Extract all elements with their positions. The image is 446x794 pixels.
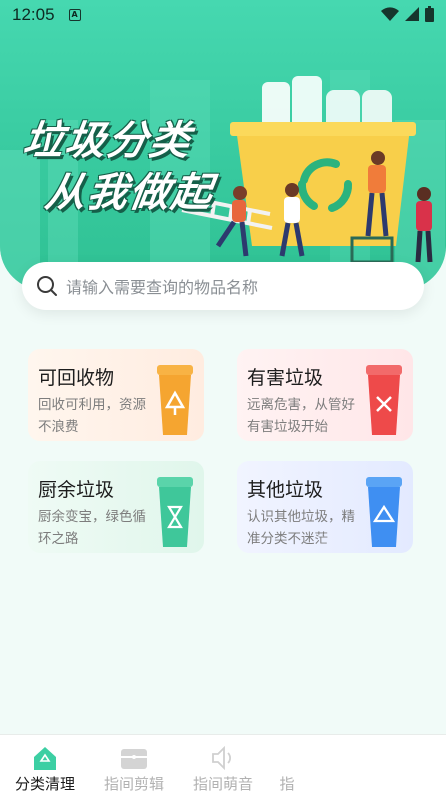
category-card-kitchen[interactable]: 厨余垃圾 厨余变宝，绿色循环之路: [28, 461, 204, 553]
category-desc: 远离危害，从管好有害垃圾开始: [247, 397, 355, 435]
category-card-recyclable[interactable]: 可回收物 回收可利用，资源不浪费: [28, 349, 204, 441]
tab-label: 指: [279, 775, 295, 793]
bottom-tab-bar: 分类清理 指间剪辑 指间萌音 指: [0, 734, 446, 794]
search-bar[interactable]: 请输入需要查询的物品名称: [22, 262, 424, 310]
tab-label: 分类清理: [14, 775, 75, 793]
hero-title-line1: 垃圾分类: [20, 118, 195, 164]
category-desc: 厨余变宝，绿色循环之路: [38, 509, 146, 547]
signal-icon: [405, 7, 419, 21]
search-placeholder: 请输入需要查询的物品名称: [66, 278, 259, 297]
status-bar: 12:05 A: [0, 0, 446, 30]
tab-label: 指间萌音: [192, 775, 253, 793]
category-desc: 回收可利用，资源不浪费: [38, 397, 146, 435]
category-desc: 认识其他垃圾，精准分类不迷茫: [247, 509, 355, 547]
speaker-icon: [212, 745, 231, 771]
notification-a-icon: A: [68, 9, 81, 21]
tab-classify[interactable]: 分类清理: [0, 735, 90, 794]
hazardous-bin-icon: [366, 365, 402, 435]
tab-voice[interactable]: 指间萌音: [178, 735, 268, 794]
tab-edit[interactable]: 指间剪辑: [89, 735, 179, 794]
tab-partial[interactable]: 指: [267, 735, 446, 794]
battery-icon: [425, 6, 434, 22]
wifi-icon: [381, 7, 399, 21]
search-icon: [37, 276, 57, 296]
home-icon: [34, 747, 56, 770]
kitchen-bin-icon: [157, 477, 193, 547]
briefcase-icon: [121, 749, 147, 769]
recyclable-bin-icon: [157, 365, 193, 435]
category-card-other[interactable]: 其他垃圾 认识其他垃圾，精准分类不迷茫: [237, 461, 413, 553]
hero-title-line2: 从我做起: [42, 170, 217, 216]
status-time: 12:05: [12, 5, 55, 24]
hero-banner: 垃圾分类 从我做起: [0, 0, 446, 290]
tab-label: 指间剪辑: [103, 775, 164, 793]
category-card-hazardous[interactable]: 有害垃圾 远离危害，从管好有害垃圾开始: [237, 349, 413, 441]
status-icons: [381, 6, 434, 22]
other-bin-icon: [366, 477, 402, 547]
